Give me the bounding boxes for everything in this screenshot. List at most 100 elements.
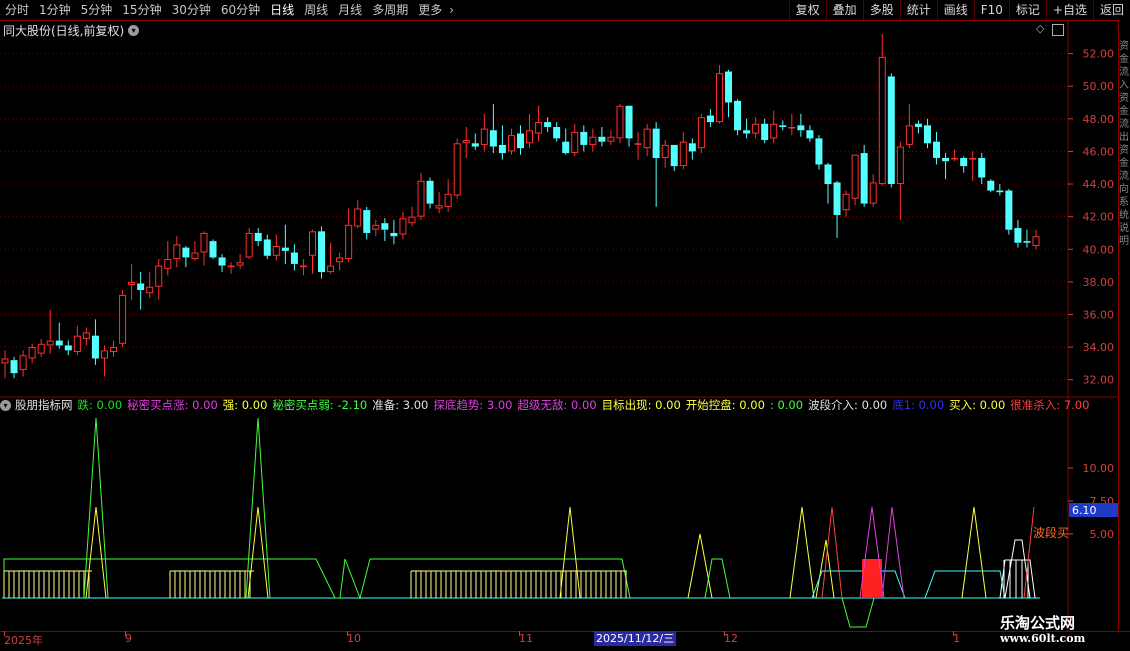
candle[interactable]	[137, 272, 145, 310]
candle[interactable]	[679, 131, 687, 170]
candle[interactable]	[851, 154, 859, 206]
candle[interactable]	[797, 113, 805, 137]
candle[interactable]	[788, 113, 796, 136]
candle[interactable]	[562, 128, 570, 155]
candle[interactable]	[1, 350, 9, 379]
candle[interactable]	[715, 65, 723, 124]
candle[interactable]	[91, 319, 99, 366]
candle[interactable]	[942, 153, 950, 180]
candle[interactable]	[308, 229, 316, 274]
candle[interactable]	[64, 340, 72, 356]
candle[interactable]	[625, 105, 633, 147]
candle[interactable]	[661, 140, 669, 168]
candle[interactable]	[743, 118, 751, 139]
candle[interactable]	[842, 190, 850, 217]
candle[interactable]	[480, 113, 488, 152]
candle[interactable]	[218, 254, 226, 273]
candle[interactable]	[471, 133, 479, 150]
candle[interactable]	[417, 172, 425, 220]
candle[interactable]	[263, 234, 271, 260]
candle[interactable]	[82, 327, 90, 346]
candle[interactable]	[535, 105, 543, 142]
candle[interactable]	[100, 345, 108, 377]
candle[interactable]	[182, 246, 190, 268]
candle[interactable]	[10, 356, 18, 379]
candle[interactable]	[453, 138, 461, 199]
candle[interactable]	[119, 290, 127, 348]
candle[interactable]	[191, 241, 199, 261]
candle[interactable]	[806, 125, 814, 142]
candle[interactable]	[670, 144, 678, 171]
candle[interactable]	[978, 153, 986, 185]
candle[interactable]	[462, 126, 470, 158]
candle[interactable]	[860, 144, 868, 207]
candle[interactable]	[517, 125, 524, 155]
candle[interactable]	[399, 211, 407, 240]
candle[interactable]	[616, 104, 624, 144]
candle[interactable]	[110, 340, 118, 357]
candle[interactable]	[688, 138, 696, 160]
candle[interactable]	[815, 135, 823, 170]
candle[interactable]	[598, 126, 606, 147]
candle[interactable]	[254, 228, 262, 246]
candle[interactable]	[290, 244, 298, 271]
candle[interactable]	[752, 117, 760, 139]
right-panel-text[interactable]: 资金流入资金流出资金流向系统说明	[1119, 40, 1130, 248]
candle[interactable]	[923, 118, 931, 149]
candle[interactable]	[173, 236, 181, 268]
candle[interactable]	[19, 350, 27, 377]
candlestick-chart[interactable]: 52.00 50.00 48.00 46.00 44.00 42.00 40.00 38.00…	[0, 0, 1130, 632]
candle[interactable]	[281, 224, 289, 264]
candle[interactable]	[507, 128, 515, 155]
candle[interactable]	[580, 125, 588, 152]
chevron-down-icon[interactable]: ▾	[0, 399, 11, 411]
candle[interactable]	[571, 123, 579, 157]
candle[interactable]	[933, 131, 941, 165]
candle[interactable]	[1014, 219, 1022, 248]
candle[interactable]	[236, 254, 244, 269]
candle[interactable]	[372, 219, 380, 237]
candle[interactable]	[987, 179, 995, 193]
candle[interactable]	[318, 226, 326, 279]
candle[interactable]	[37, 338, 45, 357]
candle[interactable]	[1032, 229, 1040, 250]
candle[interactable]	[526, 113, 534, 149]
candle[interactable]	[914, 120, 922, 134]
candle[interactable]	[408, 206, 416, 227]
candle[interactable]	[706, 109, 714, 127]
candle[interactable]	[55, 322, 63, 349]
candle[interactable]	[327, 242, 335, 274]
candle[interactable]	[824, 162, 832, 204]
candle[interactable]	[996, 184, 1004, 196]
candle[interactable]	[761, 118, 769, 144]
candle[interactable]	[734, 99, 742, 136]
candle[interactable]	[426, 177, 434, 209]
candle[interactable]	[390, 219, 398, 245]
candle[interactable]	[28, 343, 36, 364]
candle[interactable]	[272, 234, 280, 261]
candle[interactable]	[544, 117, 552, 132]
candle[interactable]	[227, 262, 235, 274]
candle[interactable]	[969, 151, 977, 181]
candle[interactable]	[155, 259, 163, 300]
candle[interactable]	[905, 104, 913, 149]
candle[interactable]	[878, 34, 886, 186]
candle[interactable]	[887, 73, 895, 188]
candle[interactable]	[1023, 229, 1031, 248]
candle[interactable]	[200, 231, 208, 266]
candle[interactable]	[869, 174, 877, 207]
candle[interactable]	[833, 180, 841, 238]
candle[interactable]	[498, 125, 506, 160]
candle[interactable]	[607, 130, 615, 145]
indicator-name[interactable]: 股朋指标网	[15, 397, 73, 413]
candle[interactable]	[363, 206, 371, 240]
candle[interactable]	[209, 239, 217, 260]
candle[interactable]	[589, 128, 597, 152]
candle[interactable]	[345, 208, 353, 263]
candle[interactable]	[553, 122, 561, 142]
candle[interactable]	[435, 192, 443, 214]
candle[interactable]	[164, 241, 172, 276]
candle[interactable]	[960, 156, 968, 173]
candle[interactable]	[354, 200, 362, 229]
candle[interactable]	[697, 113, 705, 154]
